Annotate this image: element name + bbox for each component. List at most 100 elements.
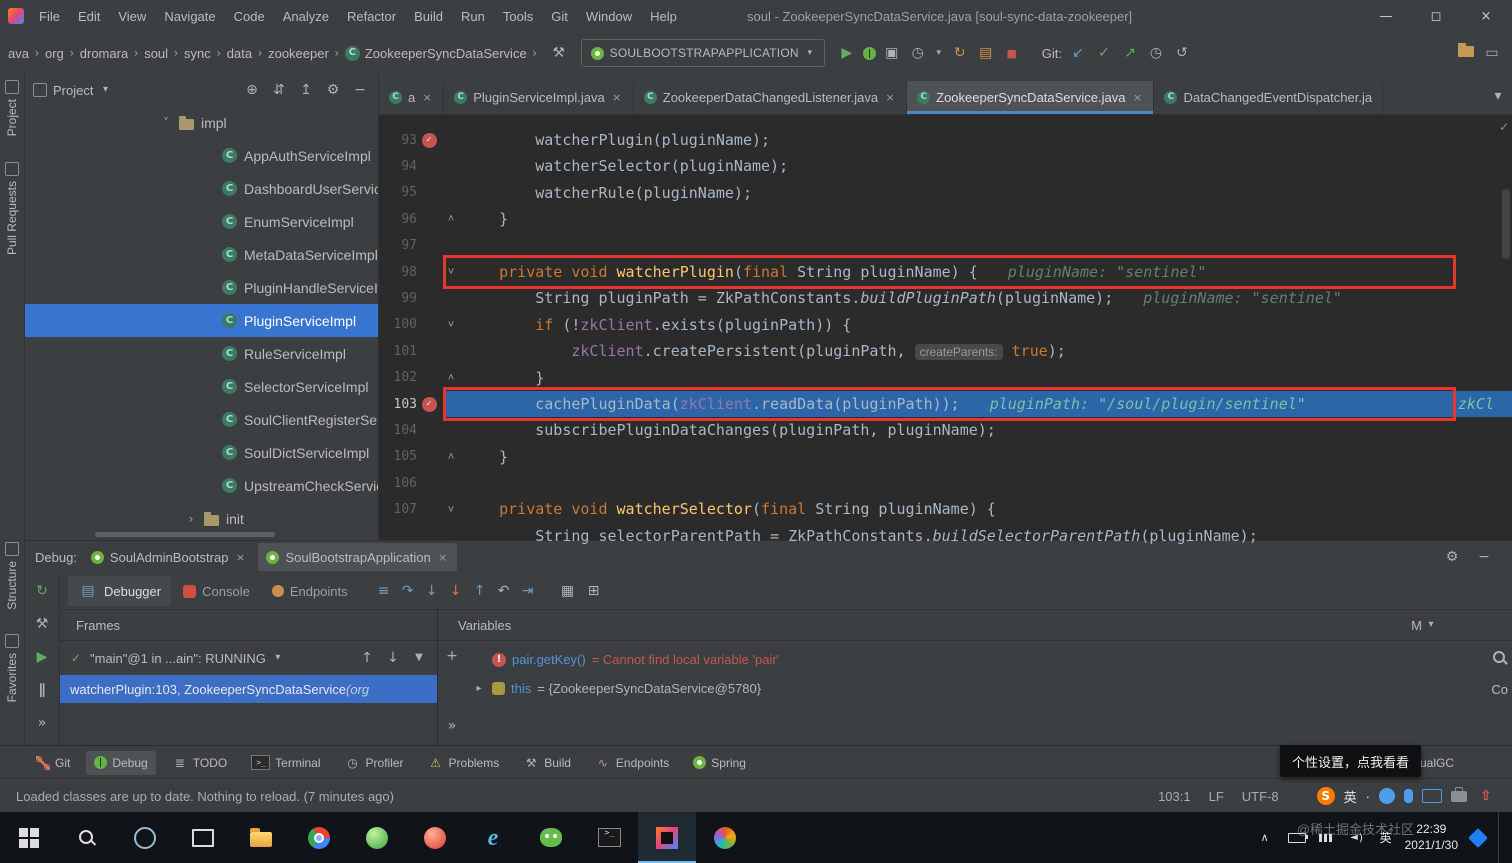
taskbar-wechat[interactable] xyxy=(522,812,580,863)
win-min-icon[interactable]: — xyxy=(1376,6,1396,26)
ime-tooltip[interactable]: 个性设置，点我看看 xyxy=(1280,745,1422,777)
fold-up-icon[interactable]: ˄ xyxy=(441,212,461,226)
code-line[interactable]: String selectorParentPath = ZkPathConsta… xyxy=(379,523,1512,549)
push-icon[interactable]: ↗ xyxy=(1120,43,1140,63)
menu-tools[interactable]: Tools xyxy=(494,9,542,24)
step-over-icon[interactable]: ↷ xyxy=(398,581,418,601)
pause-icon[interactable]: ∥ xyxy=(32,680,52,700)
rerun-icon[interactable]: ↻ xyxy=(32,581,52,601)
fold-down-icon[interactable]: ˅ xyxy=(441,503,461,517)
code-line[interactable]: 105 ˄ } xyxy=(379,444,1512,470)
dd-icon[interactable]: ▾ xyxy=(1488,86,1508,106)
taskbar-explorer[interactable] xyxy=(232,812,290,863)
taskbar-sphere[interactable] xyxy=(348,812,406,863)
expander-icon[interactable]: ▸ xyxy=(472,683,486,694)
toolwindow-endpoints[interactable]: ∿ Endpoints xyxy=(587,751,677,775)
code-text[interactable]: private void watcherSelector(final Strin… xyxy=(463,496,1512,522)
evaluate-icon[interactable]: ▦ xyxy=(558,581,578,601)
down-icon[interactable]: ↓ xyxy=(383,648,403,668)
taskbar-start[interactable] xyxy=(0,812,58,863)
fold-down-icon[interactable]: ˅ xyxy=(441,318,461,332)
toolwindow-spring[interactable]: Spring xyxy=(685,751,754,775)
breadcrumb-item[interactable]: ava xyxy=(6,44,31,63)
up-icon[interactable]: ↑ xyxy=(357,648,377,668)
build-hammer-icon[interactable]: ⚒ xyxy=(549,43,569,63)
tree-class-pluginhandleserviceim[interactable]: C PluginHandleServiceIm xyxy=(25,271,378,304)
fold-up-icon[interactable]: ˄ xyxy=(441,371,461,385)
run-icon[interactable]: ▶ xyxy=(837,43,857,63)
hot-swap-icon[interactable]: ↻ xyxy=(950,43,970,63)
code-line[interactable]: 96 ˄ } xyxy=(379,206,1512,232)
inspection-status-icon[interactable]: ✓ xyxy=(1499,120,1509,134)
menu-run[interactable]: Run xyxy=(452,9,494,24)
update-icon[interactable]: ↙ xyxy=(1068,43,1088,63)
menu-analyze[interactable]: Analyze xyxy=(274,9,338,24)
menu-view[interactable]: View xyxy=(109,9,155,24)
code-text[interactable]: } xyxy=(463,365,1512,391)
expand-all-icon[interactable]: ⇵ xyxy=(269,80,289,100)
thread-selector[interactable]: ✓ "main"@1 in ...ain": RUNNING ▾ ↑ ↓ ▼ xyxy=(60,641,437,675)
skin-icon[interactable]: ⇧ xyxy=(1476,786,1496,806)
breadcrumb-item[interactable]: dromara xyxy=(78,44,130,63)
toolwindow-debug[interactable]: Debug xyxy=(86,750,156,775)
ime-language-label[interactable]: 英 xyxy=(1344,787,1357,806)
emoji-icon[interactable] xyxy=(1379,788,1395,804)
sogou-logo-icon[interactable]: S xyxy=(1316,787,1335,805)
code-line[interactable]: 103 ✓ cachePluginData(zkClient.readData(p… xyxy=(379,386,1512,422)
toolwindow-git[interactable]: Git xyxy=(28,751,78,775)
chev-right-icon[interactable]: › xyxy=(185,509,197,529)
gear-icon[interactable]: ⚙ xyxy=(323,80,343,100)
menu-git[interactable]: Git xyxy=(542,9,577,24)
debug-session-tab[interactable]: SoulAdminBootstrap × xyxy=(83,543,255,571)
code-text[interactable]: String pluginPath = ZkPathConstants.buil… xyxy=(463,285,1512,311)
tree-class-upstreamcheckservice[interactable]: C UpstreamCheckService xyxy=(25,469,378,502)
taskbar-cmd[interactable] xyxy=(580,812,638,863)
close-icon[interactable]: × xyxy=(884,88,896,108)
dd-icon[interactable]: ▾ xyxy=(934,43,944,63)
tree-class-dashboarduserservicei[interactable]: C DashboardUserServiceI xyxy=(25,172,378,205)
editor-tab[interactable]: C DataChangedEventDispatcher.ja xyxy=(1154,81,1384,114)
taskbar-media[interactable] xyxy=(696,812,754,863)
toolwindow-todo[interactable]: ≣ TODO xyxy=(164,751,235,775)
history-icon[interactable]: ◷ xyxy=(1146,43,1166,63)
code-line[interactable]: 94 watcherSelector(pluginName); xyxy=(379,153,1512,179)
tree-class-soulclientregisterserv[interactable]: C SoulClientRegisterServ xyxy=(25,403,378,436)
code-text[interactable]: subscribePluginDataChanges(pluginPath, p… xyxy=(463,417,1512,443)
fold-down-icon[interactable]: ˅ xyxy=(441,265,461,279)
thread-dump-icon[interactable]: ▤ xyxy=(976,43,996,63)
editor-tab[interactable]: C ZookeeperSyncDataService.java × xyxy=(907,81,1155,114)
editor-tab[interactable]: C PluginServiceImpl.java × xyxy=(444,81,634,114)
code-line[interactable]: 97 xyxy=(379,233,1512,259)
menu-edit[interactable]: Edit xyxy=(69,9,109,24)
horizontal-scrollbar[interactable] xyxy=(95,532,275,537)
win-max-icon[interactable]: ◻ xyxy=(1426,6,1446,26)
gear-icon[interactable]: ⚙ xyxy=(1442,547,1462,567)
menu-code[interactable]: Code xyxy=(225,9,274,24)
show-exec-icon[interactable]: ≡ xyxy=(374,581,394,601)
debug-session-tab[interactable]: SoulBootstrapApplication × xyxy=(258,543,457,571)
code-line[interactable]: 93 ✓ watcherPlugin(pluginName); xyxy=(379,127,1512,153)
resume-icon[interactable]: ▶ xyxy=(32,647,52,667)
chevron-down-icon[interactable]: ▾ xyxy=(99,80,111,100)
code-text[interactable]: String selectorParentPath = ZkPathConsta… xyxy=(463,523,1512,549)
profiler-icon[interactable]: ◷ xyxy=(908,43,928,63)
debug-view-tab-debugger[interactable]: ▤ Debugger xyxy=(68,576,172,606)
force-step-into-icon[interactable]: ↓ xyxy=(446,581,466,601)
taskbar-clock[interactable]: 22:39 2021/1/30 xyxy=(1405,822,1458,853)
taskbar-chrome[interactable] xyxy=(290,812,348,863)
code-text[interactable]: private void watcherPlugin(final String … xyxy=(463,259,1512,285)
tree-class-ruleserviceimpl[interactable]: C RuleServiceImpl xyxy=(25,337,378,370)
menu-window[interactable]: Window xyxy=(577,9,641,24)
tree-folder-init[interactable]: › init xyxy=(25,502,378,535)
memory-view-toggle[interactable]: M ▾ xyxy=(1411,615,1436,635)
network-icon[interactable] xyxy=(1318,832,1334,844)
menu-help[interactable]: Help xyxy=(641,9,686,24)
stack-frame-row[interactable]: watcherPlugin:103, ZookeeperSyncDataServ… xyxy=(60,675,437,703)
close-icon[interactable]: × xyxy=(1131,88,1143,108)
step-out-icon[interactable]: ↑ xyxy=(470,581,490,601)
tray-expand-icon[interactable]: ∧ xyxy=(1255,828,1275,848)
close-icon[interactable]: × xyxy=(611,88,623,108)
file-encoding[interactable]: UTF-8 xyxy=(1242,789,1279,804)
add-icon[interactable]: + xyxy=(442,646,462,666)
win-close-icon[interactable]: × xyxy=(1476,6,1496,26)
